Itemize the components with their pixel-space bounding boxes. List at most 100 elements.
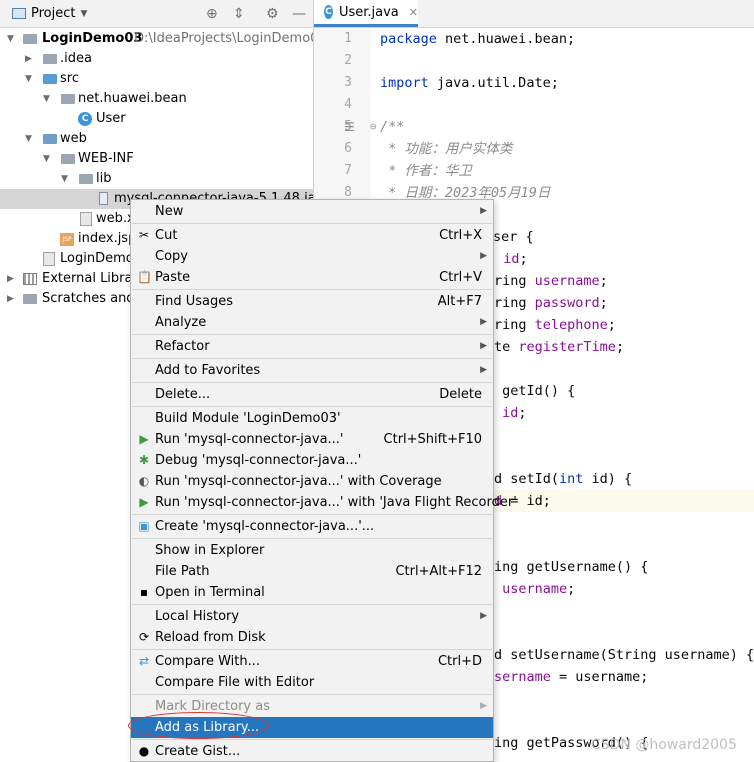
menu-item-find-usages[interactable]: Find Usages Alt+F7 [131, 291, 493, 312]
menu-item-compare-file-with-editor[interactable]: Compare File with Editor [131, 672, 493, 693]
menu-item-label: Build Module 'LoginDemo03' [155, 411, 341, 426]
tab-user-java[interactable]: C User.java ✕ [314, 0, 418, 27]
code-line: ⊖/** [370, 116, 754, 138]
code-text: java.util.Date; [428, 75, 559, 91]
menu-item-build-module[interactable]: Build Module 'LoginDemo03' [131, 408, 493, 429]
tree-item-web-inf[interactable]: ▼ WEB-INF [0, 149, 313, 169]
menu-item-new[interactable]: New ▶ [131, 201, 493, 222]
code-fragment: ring password; [494, 295, 608, 311]
collapse-all-icon[interactable]: ⇕ [233, 6, 245, 22]
menu-shortcut: Ctrl+X [439, 228, 482, 243]
flight-recorder-icon: ▶ [139, 495, 149, 509]
menu-item-analyze[interactable]: Analyze ▶ [131, 312, 493, 333]
tree-item-package[interactable]: ▼ net.huawei.bean [0, 89, 313, 109]
menu-item-copy[interactable]: Copy ▶ [131, 246, 493, 267]
menu-item-label: Refactor [155, 339, 210, 354]
field: username [494, 581, 568, 597]
menu-item-create-gist[interactable]: ● Create Gist... [131, 741, 493, 762]
field: telephone [534, 317, 608, 333]
menu-item-label: Find Usages [155, 294, 234, 309]
tree-item-idea[interactable]: ▶ .idea [0, 49, 313, 69]
menu-item-create-config[interactable]: ▣ Create 'mysql-connector-java...'... [131, 516, 493, 537]
minimize-icon[interactable]: — [292, 6, 306, 22]
menu-separator [132, 694, 492, 695]
menu-item-label: Open in Terminal [155, 585, 265, 600]
chevron-right-icon[interactable]: ▶ [7, 289, 14, 309]
tree-item-logindemo03[interactable]: ▼ LoginDemo03 D:\IdeaProjects\LoginDemo0… [0, 29, 327, 49]
fold-icon[interactable]: ⊖ [370, 116, 377, 138]
web-folder-icon [43, 134, 57, 144]
menu-item-run-coverage[interactable]: ◐ Run 'mysql-connector-java...' with Cove… [131, 471, 493, 492]
package-icon [61, 94, 75, 104]
menu-item-debug[interactable]: ✱ Debug 'mysql-connector-java...' [131, 450, 493, 471]
menu-item-run-flight-recorder[interactable]: ▶ Run 'mysql-connector-java...' with 'Jav… [131, 492, 516, 513]
tree-item-user[interactable]: C User [0, 109, 313, 129]
locate-file-icon[interactable]: ⊕ [206, 6, 218, 22]
menu-item-cut[interactable]: ✂ Cut Ctrl+X [131, 225, 493, 246]
rendered-doc-toggle-icon[interactable]: ☰ [344, 120, 355, 134]
code-fragment: d setId(int id) { [494, 468, 754, 490]
menu-item-label: Cut [155, 228, 178, 243]
menu-item-add-to-favorites[interactable]: Add to Favorites ▶ [131, 360, 493, 381]
field: id [503, 251, 520, 267]
submenu-arrow-icon: ▶ [480, 611, 487, 621]
submenu-arrow-icon: ▶ [480, 701, 487, 711]
menu-item-file-path[interactable]: File Path Ctrl+Alt+F12 [131, 561, 493, 582]
gear-icon[interactable]: ⚙ [266, 6, 279, 22]
close-icon[interactable]: ✕ [409, 6, 418, 19]
project-window-icon [12, 8, 26, 19]
menu-separator [132, 739, 492, 740]
menu-item-local-history[interactable]: Local History ▶ [131, 606, 493, 627]
project-view-selector[interactable]: Project ▼ [12, 6, 87, 21]
tree-item-web[interactable]: ▼ web [0, 129, 313, 149]
menu-item-label: Paste [155, 270, 191, 285]
chevron-right-icon[interactable]: ▶ [25, 49, 32, 69]
tree-item-label: WEB-INF [78, 151, 134, 166]
menu-item-refactor[interactable]: Refactor ▶ [131, 336, 493, 357]
tree-item-lib[interactable]: ▼ lib [0, 169, 313, 189]
code-line: * 作者：华卫 [380, 163, 472, 179]
menu-item-run[interactable]: ▶ Run 'mysql-connector-java...' Ctrl+Shift… [131, 429, 493, 450]
code-text: ring [494, 295, 535, 311]
menu-shortcut: Ctrl+V [439, 270, 482, 285]
menu-item-show-in-explorer[interactable]: Show in Explorer [131, 540, 493, 561]
menu-shortcut: Ctrl+D [437, 654, 482, 669]
chevron-down-icon[interactable]: ▼ [61, 169, 68, 189]
menu-shortcut: Alt+F7 [437, 294, 482, 309]
menu-item-label: Create 'mysql-connector-java...'... [155, 519, 375, 534]
menu-item-open-in-terminal[interactable]: ▪ Open in Terminal [131, 582, 493, 603]
library-icon [23, 273, 37, 285]
chevron-down-icon[interactable]: ▼ [25, 69, 32, 89]
code-text: ring [494, 273, 535, 289]
tree-item-label: External Librari [42, 271, 142, 286]
tree-item-src[interactable]: ▼ src [0, 69, 313, 89]
chevron-down-icon[interactable]: ▼ [25, 129, 32, 149]
annotation-highlight-oval [128, 712, 269, 739]
submenu-arrow-icon: ▶ [480, 317, 487, 327]
chevron-right-icon[interactable]: ▶ [7, 269, 14, 289]
clipboard-icon: 📋 [137, 270, 152, 284]
github-icon: ● [138, 744, 150, 758]
submenu-arrow-icon: ▶ [480, 251, 487, 261]
menu-shortcut: Ctrl+Shift+F10 [383, 432, 482, 447]
menu-item-compare-with[interactable]: ⇄ Compare With... Ctrl+D [131, 651, 493, 672]
chevron-down-icon[interactable]: ▼ [43, 149, 50, 169]
coverage-icon: ◐ [138, 474, 150, 488]
chevron-down-icon[interactable]: ▼ [7, 29, 14, 49]
menu-separator [132, 604, 492, 605]
code-text: te [494, 339, 519, 355]
watermark: CSDN @howard2005 [591, 737, 737, 753]
chevron-down-icon[interactable]: ▼ [43, 89, 50, 109]
menu-separator [132, 223, 492, 224]
tab-label: User.java [338, 4, 399, 20]
code-line: * 功能：用户实体类 [380, 141, 513, 157]
menu-item-reload-from-disk[interactable]: ⟳ Reload from Disk [131, 627, 493, 648]
module-folder-icon [23, 34, 37, 44]
menu-item-paste[interactable]: 📋 Paste Ctrl+V [131, 267, 493, 288]
menu-item-delete[interactable]: Delete... Delete [131, 384, 493, 405]
field: username [534, 273, 600, 289]
code-fragment: ing getUsername() { [494, 559, 649, 575]
class-icon: C [324, 5, 333, 19]
code-fragment: sername = username; [494, 666, 754, 688]
